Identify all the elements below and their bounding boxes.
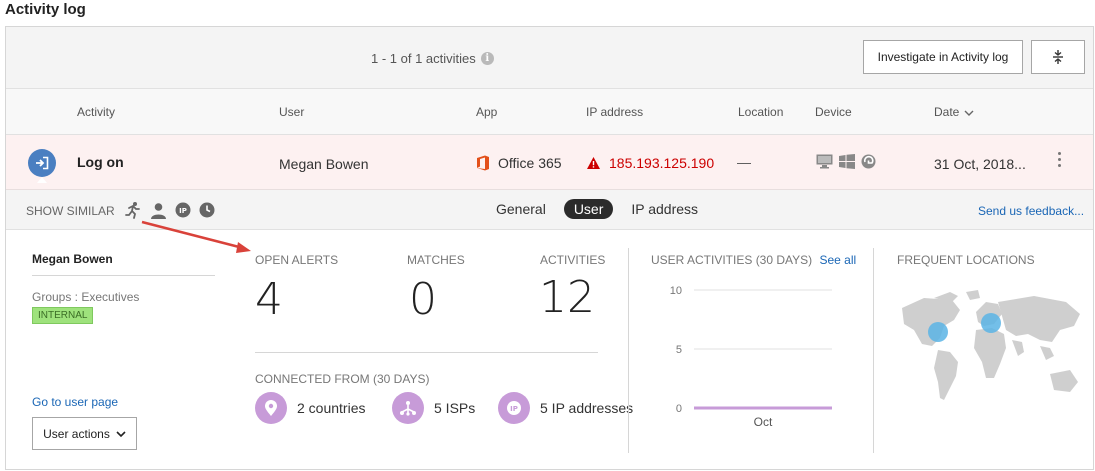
chevron-down-icon bbox=[964, 110, 974, 116]
isps-item[interactable]: 5 ISPs bbox=[392, 392, 475, 424]
ip-addresses-count: 5 IP addresses bbox=[540, 400, 634, 416]
location-marker bbox=[981, 313, 1001, 333]
more-options-icon[interactable] bbox=[1058, 152, 1061, 167]
table-row[interactable]: Log on Megan Bowen Office 365 185.193.12… bbox=[6, 135, 1093, 190]
location-pin-icon bbox=[255, 392, 287, 424]
y-tick-label: 10 bbox=[670, 285, 682, 297]
row-ip[interactable]: 185.193.125.190 bbox=[586, 155, 714, 171]
user-activities-label: USER ACTIVITIES (30 DAYS) bbox=[651, 253, 813, 267]
user-details: Megan Bowen Groups : Executives INTERNAL… bbox=[6, 230, 1093, 471]
col-ip[interactable]: IP address bbox=[586, 105, 643, 119]
tab-general[interactable]: General bbox=[496, 201, 546, 217]
browser-icon bbox=[861, 154, 876, 169]
row-device bbox=[816, 154, 876, 169]
internal-badge: INTERNAL bbox=[32, 307, 94, 324]
col-location[interactable]: Location bbox=[738, 105, 783, 119]
col-device[interactable]: Device bbox=[815, 105, 852, 119]
tab-user[interactable]: User bbox=[563, 199, 614, 219]
similar-filters: IP bbox=[124, 201, 215, 219]
runner-icon[interactable] bbox=[124, 201, 142, 219]
office365-icon bbox=[477, 155, 489, 171]
y-tick-label: 0 bbox=[676, 403, 682, 415]
toolbar: 1 - 1 of 1 activities i Investigate in A… bbox=[6, 27, 1093, 89]
go-to-user-page-link[interactable]: Go to user page bbox=[32, 395, 118, 409]
activity-panel: 1 - 1 of 1 activities i Investigate in A… bbox=[5, 26, 1094, 470]
activity-name: Log on bbox=[77, 154, 124, 170]
activities-label: ACTIVITIES bbox=[540, 253, 606, 267]
user-activities-chart: 10 5 0 Oct bbox=[670, 285, 832, 429]
open-alerts-label: OPEN ALERTS bbox=[255, 253, 339, 267]
desktop-icon bbox=[816, 154, 833, 169]
row-location: — bbox=[737, 154, 751, 170]
col-user[interactable]: User bbox=[279, 105, 304, 119]
countries-count: 2 countries bbox=[297, 400, 366, 416]
row-date: 31 Oct, 2018... bbox=[934, 156, 1026, 172]
user-activities-title: USER ACTIVITIES (30 DAYS) See all bbox=[651, 253, 856, 267]
frequent-locations-title: FREQUENT LOCATIONS bbox=[897, 253, 1035, 267]
isps-count: 5 ISPs bbox=[434, 400, 476, 416]
open-alerts-count[interactable]: 4 bbox=[255, 274, 283, 325]
col-app[interactable]: App bbox=[476, 105, 497, 119]
clock-icon[interactable] bbox=[199, 202, 215, 218]
windows-icon bbox=[839, 154, 855, 169]
activity-count: 1 - 1 of 1 activities i bbox=[371, 51, 494, 66]
matches-label: MATCHES bbox=[407, 253, 465, 267]
connected-from-label: CONNECTED FROM (30 DAYS) bbox=[255, 372, 430, 386]
divider bbox=[628, 248, 629, 453]
divider bbox=[873, 248, 874, 453]
tab-ip-address[interactable]: IP address bbox=[631, 201, 698, 217]
ip-icon: IP bbox=[498, 392, 530, 424]
svg-text:IP: IP bbox=[179, 207, 187, 215]
svg-text:IP: IP bbox=[510, 405, 518, 413]
row-user[interactable]: Megan Bowen bbox=[279, 156, 369, 172]
divider bbox=[32, 275, 215, 276]
user-groups: Groups : Executives bbox=[32, 290, 140, 304]
sign-in-icon bbox=[28, 149, 56, 177]
person-icon[interactable] bbox=[150, 202, 167, 219]
table-header: Activity User App IP address Location De… bbox=[6, 89, 1093, 135]
col-activity[interactable]: Activity bbox=[77, 105, 115, 119]
chevron-down-icon bbox=[116, 430, 126, 437]
page-title: Activity log bbox=[5, 1, 86, 18]
collapse-button[interactable] bbox=[1031, 40, 1085, 74]
y-tick-label: 5 bbox=[676, 344, 682, 356]
send-feedback-link[interactable]: Send us feedback... bbox=[978, 204, 1084, 218]
location-marker bbox=[928, 322, 948, 342]
divider bbox=[255, 352, 598, 353]
row-pointer bbox=[37, 177, 47, 183]
row-app[interactable]: Office 365 bbox=[476, 155, 562, 171]
x-tick-label: Oct bbox=[754, 415, 773, 429]
show-similar-bar: SHOW SIMILAR IP General User IP address bbox=[6, 190, 1093, 230]
col-date[interactable]: Date bbox=[934, 105, 974, 119]
user-actions-label: User actions bbox=[43, 426, 110, 441]
see-all-link[interactable]: See all bbox=[820, 253, 857, 267]
ip-icon[interactable]: IP bbox=[175, 202, 191, 218]
activities-count[interactable]: 12 bbox=[539, 272, 595, 323]
app-name: Office 365 bbox=[498, 155, 562, 171]
activity-count-text: 1 - 1 of 1 activities bbox=[371, 51, 476, 66]
investigate-button[interactable]: Investigate in Activity log bbox=[863, 40, 1023, 74]
warning-icon bbox=[587, 157, 600, 169]
col-date-label: Date bbox=[934, 105, 960, 119]
collapse-icon bbox=[1053, 50, 1063, 64]
ip-value: 185.193.125.190 bbox=[609, 155, 715, 171]
user-actions-button[interactable]: User actions bbox=[32, 417, 137, 450]
world-map bbox=[902, 290, 1080, 400]
detail-tabs: General User IP address bbox=[496, 199, 698, 219]
show-similar-label: SHOW SIMILAR bbox=[26, 204, 115, 218]
ip-addresses-item[interactable]: IP 5 IP addresses bbox=[498, 392, 633, 424]
info-icon[interactable]: i bbox=[480, 52, 494, 65]
detail-user-name: Megan Bowen bbox=[32, 252, 113, 266]
countries-item[interactable]: 2 countries bbox=[255, 392, 365, 424]
network-icon bbox=[392, 392, 424, 424]
matches-count[interactable]: 0 bbox=[409, 274, 437, 325]
